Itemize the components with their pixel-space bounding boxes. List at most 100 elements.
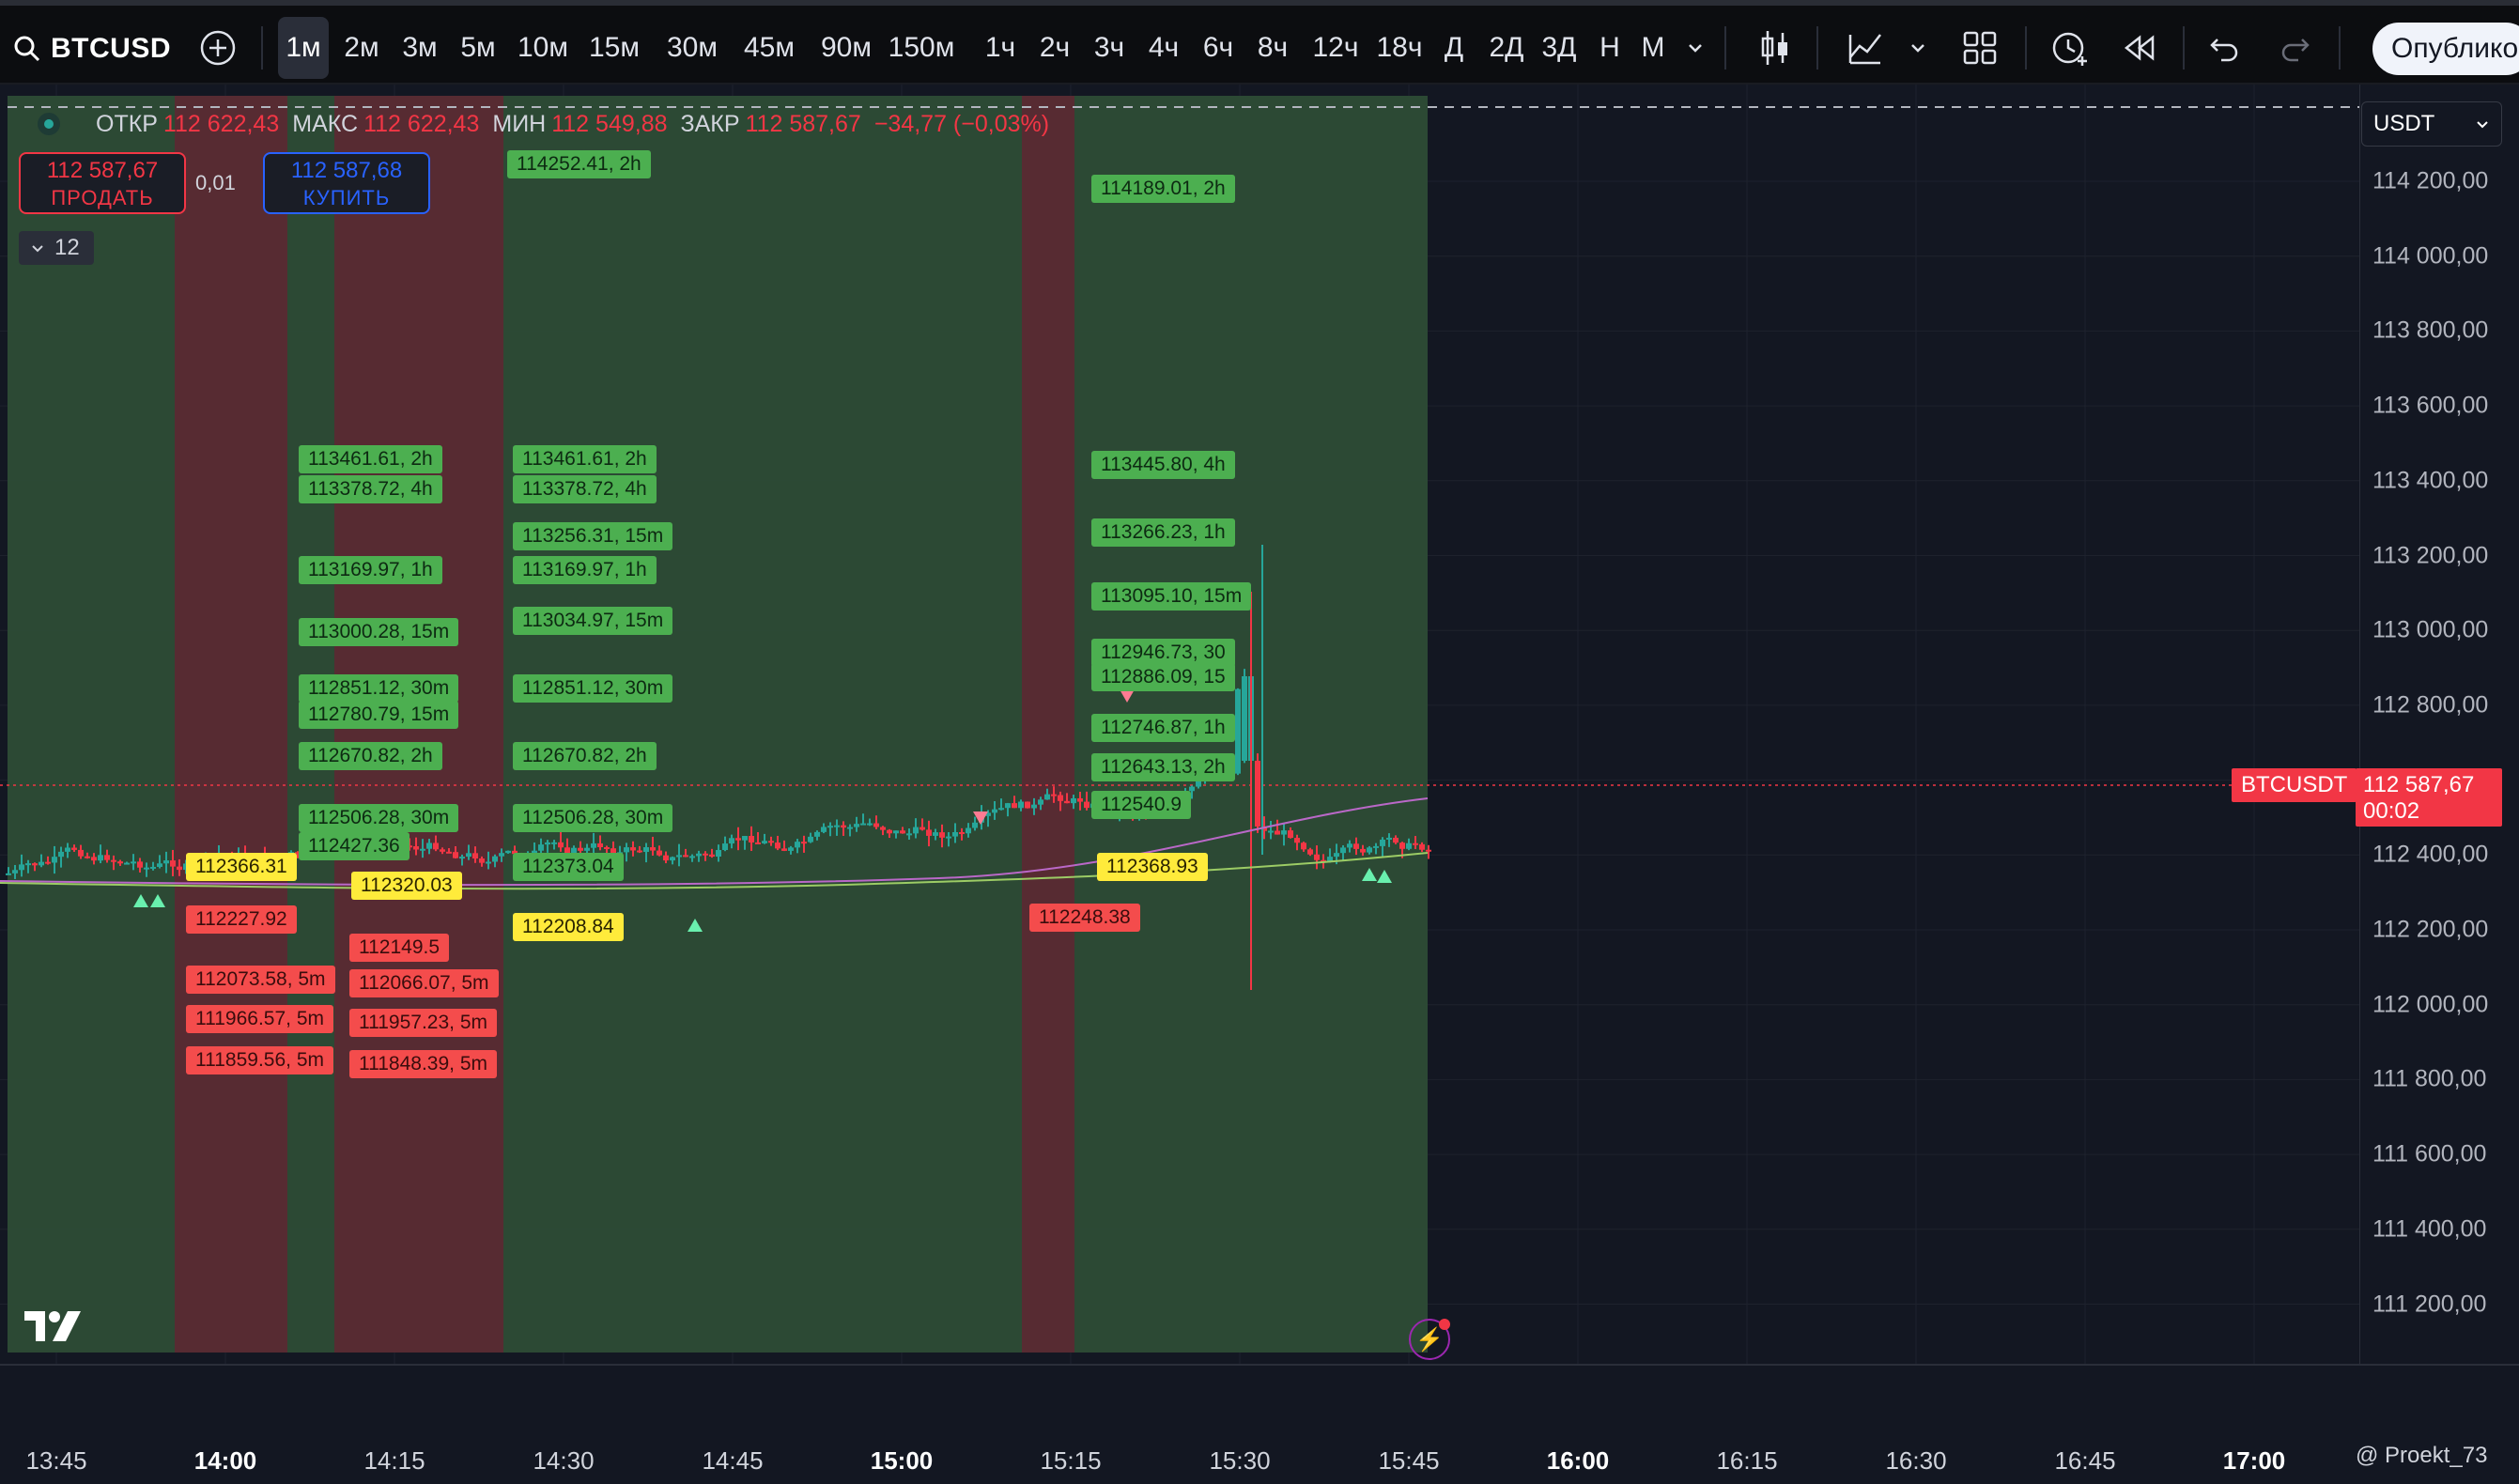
level-label[interactable]: 113445.80, 4h (1091, 451, 1235, 479)
candle-body (827, 826, 833, 828)
candle-body (440, 849, 445, 852)
level-label[interactable]: 112366.31 (186, 853, 297, 881)
level-label[interactable]: 113378.72, 4h (513, 475, 657, 503)
candle-body (703, 853, 708, 856)
timeframe-button[interactable]: Д (1435, 17, 1473, 79)
candle-body (696, 853, 702, 857)
level-label[interactable]: 112780.79, 15m (299, 701, 459, 729)
candle-body (1071, 797, 1076, 804)
level-label[interactable]: 112851.12, 30m (299, 674, 459, 703)
timeframe-button[interactable]: 3м (394, 17, 445, 79)
timeframe-button[interactable]: 1м (278, 17, 329, 79)
level-label[interactable]: 112227.92 (186, 905, 297, 934)
lightning-icon[interactable]: ⚡ (1409, 1319, 1450, 1360)
level-label[interactable]: 112373.04 (513, 853, 624, 881)
level-label[interactable]: 113034.97, 15m (513, 607, 673, 635)
price-axis[interactable] (2359, 85, 2519, 1364)
tradingview-logo-icon[interactable] (24, 1309, 86, 1343)
price-axis-label: 113 000,00 (2372, 616, 2489, 643)
timeframe-button[interactable]: 4ч (1140, 17, 1187, 79)
chart-type-button[interactable] (1747, 17, 1803, 79)
alert-button[interactable] (2044, 17, 2096, 79)
level-label[interactable]: 113461.61, 2h (299, 445, 442, 473)
layout-button[interactable] (1954, 17, 2006, 79)
level-label[interactable]: 111957.23, 5m (349, 1009, 497, 1037)
candle-body (1347, 843, 1352, 848)
timeframe-button[interactable]: 6ч (1195, 17, 1242, 79)
time-axis-label: 17:00 (2222, 1446, 2286, 1475)
market-status-icon[interactable] (38, 113, 60, 135)
level-label[interactable]: 112066.07, 5m (349, 969, 499, 997)
level-label[interactable]: 113378.72, 4h (299, 475, 442, 503)
level-label[interactable]: 112886.09, 15 (1091, 663, 1235, 691)
buy-button[interactable]: 112 587,68 КУПИТЬ (263, 152, 430, 214)
candle-body (670, 857, 675, 861)
indicators-dropdown[interactable] (1901, 17, 1935, 79)
redo-button[interactable] (2269, 17, 2322, 79)
level-label[interactable]: 112670.82, 2h (299, 742, 442, 770)
level-label[interactable]: 112506.28, 30m (513, 804, 673, 832)
level-label[interactable]: 114189.01, 2h (1091, 175, 1235, 203)
level-label[interactable]: 112368.93 (1097, 853, 1208, 881)
timeframe-button[interactable]: М (1634, 17, 1672, 79)
level-label[interactable]: 112248.38 (1029, 904, 1140, 932)
sell-button[interactable]: 112 587,67 ПРОДАТЬ (19, 152, 186, 214)
timeframe-button[interactable]: 2м (336, 17, 387, 79)
level-label[interactable]: 113461.61, 2h (513, 445, 657, 473)
level-label[interactable]: 111859.56, 5m (186, 1046, 333, 1074)
level-label[interactable]: 112506.28, 30m (299, 804, 459, 832)
candle-body (413, 846, 419, 850)
level-label[interactable]: 111966.57, 5m (186, 1005, 333, 1033)
level-label[interactable]: 111848.39, 5m (349, 1050, 497, 1078)
level-label[interactable]: 114252.41, 2h (507, 150, 651, 178)
level-label[interactable]: 112851.12, 30m (513, 674, 673, 703)
level-label[interactable]: 113169.97, 1h (299, 556, 442, 584)
currency-select[interactable]: USDT (2361, 101, 2502, 147)
price-axis-label: 111 800,00 (2372, 1065, 2487, 1092)
level-label[interactable]: 112073.58, 5m (186, 966, 335, 994)
symbol-search[interactable]: BTCUSD (13, 28, 171, 70)
level-label[interactable]: 113000.28, 15m (299, 618, 459, 646)
level-label[interactable]: 112320.03 (351, 872, 462, 900)
indicators-collapse-button[interactable]: 12 (19, 231, 94, 265)
alert-icon (2052, 32, 2087, 66)
timeframe-button[interactable]: 15м (582, 17, 646, 79)
undo-button[interactable] (2198, 17, 2250, 79)
timeframe-button[interactable]: 18ч (1371, 17, 1428, 79)
level-label[interactable]: 113266.23, 1h (1091, 518, 1235, 547)
timeframe-button[interactable]: 1ч (977, 17, 1024, 79)
timeframe-more-button[interactable] (1681, 17, 1709, 79)
level-label[interactable]: 112670.82, 2h (513, 742, 657, 770)
timeframe-button[interactable]: 3ч (1086, 17, 1133, 79)
timeframe-button[interactable]: 90м (811, 17, 881, 79)
timeframe-button[interactable]: Н (1591, 17, 1629, 79)
replay-button[interactable] (2113, 17, 2166, 79)
level-label[interactable]: 113169.97, 1h (513, 556, 657, 584)
chevron-down-icon (1689, 44, 1702, 53)
level-label[interactable]: 112149.5 (349, 934, 450, 962)
timeframe-button[interactable]: 2Д (1480, 17, 1533, 79)
level-label[interactable]: 112427.36 (299, 832, 410, 860)
price-axis-label: 113 800,00 (2372, 317, 2489, 344)
timeframe-button[interactable]: 45м (734, 17, 804, 79)
level-label[interactable]: 113256.31, 15m (513, 522, 673, 550)
timeframe-button[interactable]: 10м (511, 17, 575, 79)
timeframe-button[interactable]: 5м (453, 17, 503, 79)
level-label[interactable]: 112540.9 (1091, 791, 1192, 819)
compare-symbol-button[interactable] (193, 17, 242, 79)
level-label[interactable]: 113095.10, 15m (1091, 582, 1252, 611)
top-toolbar: BTCUSD 1м 2м 3м 5м 10м 15м 30м 45м 90м 150м 1ч 2ч 3ч… (0, 0, 2519, 85)
publish-button[interactable]: Опублико (2372, 23, 2519, 75)
level-label[interactable]: 112643.13, 2h (1091, 753, 1235, 781)
timeframe-button[interactable]: 150м (881, 17, 962, 79)
timeframe-button[interactable]: 12ч (1307, 17, 1364, 79)
timeframe-button[interactable]: 8ч (1249, 17, 1296, 79)
candle-body (742, 836, 748, 841)
timeframe-button[interactable]: 3Д (1533, 17, 1585, 79)
timeframe-button[interactable]: 2ч (1031, 17, 1078, 79)
level-label[interactable]: 112746.87, 1h (1091, 714, 1235, 742)
indicators-button[interactable] (1839, 17, 1892, 79)
level-label[interactable]: 112208.84 (513, 913, 624, 941)
close-value: 112 587,67 (745, 110, 861, 137)
timeframe-button[interactable]: 30м (657, 17, 727, 79)
